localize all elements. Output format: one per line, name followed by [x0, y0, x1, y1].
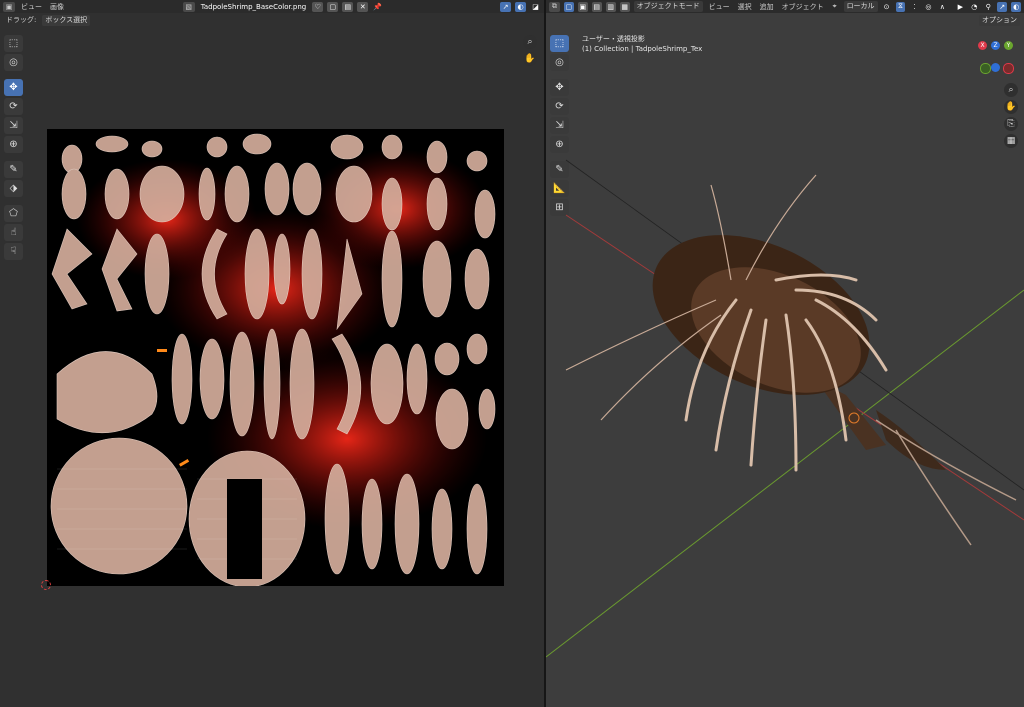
3d-viewport: ⧉ ▢ ▣ ▤ ▥ ▦ オブジェクトモード ビュー 選択 追加 オブジェクト ⌖… [546, 0, 1024, 707]
drag-mode-dropdown[interactable]: ボックス選択 [42, 14, 91, 26]
cursor-icon[interactable]: ◎ [4, 54, 23, 71]
new-image-icon[interactable]: ▢ [327, 1, 339, 12]
relax-icon[interactable]: ☝ [4, 224, 23, 241]
tadpole-shrimp-model [565, 174, 1017, 546]
toolbar-separator [4, 199, 24, 203]
transform-icon[interactable]: ⊕ [4, 136, 23, 153]
uv-texture-image[interactable] [47, 129, 504, 586]
select-box-icon[interactable]: ⬚ [4, 35, 23, 52]
uv-editor: ▣ ビュー 画像 ▧ TadpoleShrimp_BaseColor.png ♡… [0, 0, 544, 707]
pin-icon[interactable]: 📌 [372, 2, 383, 12]
rip-icon[interactable]: ⬗ [4, 180, 23, 197]
pinch-icon[interactable]: ☟ [4, 243, 23, 260]
gizmo-toggle-icon[interactable]: ↗ [500, 1, 511, 12]
uv-tool-settings: ドラッグ: ボックス選択 [0, 13, 544, 27]
viewport-scene[interactable] [546, 0, 1024, 707]
scale-icon[interactable]: ⇲ [4, 117, 23, 134]
image-browse-icon[interactable]: ▧ [182, 1, 195, 12]
pan-hand-icon[interactable]: ✋ [523, 52, 537, 66]
uv-editor-header: ▣ ビュー 画像 ▧ TadpoleShrimp_BaseColor.png ♡… [0, 0, 544, 13]
display-channels-icon[interactable]: ◪ [530, 2, 541, 12]
uv-toolbar: ⬚ ◎ ✥ ⟳ ⇲ ⊕ ✎ ⬗ ⬠ ☝ ☟ [4, 35, 24, 260]
uv-menu-view[interactable]: ビュー [19, 2, 44, 12]
move-icon[interactable]: ✥ [4, 79, 23, 96]
toolbar-separator [4, 155, 24, 159]
unlink-image-icon[interactable]: ✕ [357, 1, 369, 12]
uv-layout-drawing [47, 129, 504, 586]
toolbar-separator [4, 73, 24, 77]
image-editor-icon[interactable]: ▣ [3, 1, 15, 12]
drag-label: ドラッグ: [6, 16, 37, 24]
2d-cursor-icon[interactable] [41, 580, 51, 590]
open-image-icon[interactable]: ▤ [342, 1, 354, 12]
grab-icon[interactable]: ⬠ [4, 205, 23, 222]
overlay-toggle-icon[interactable]: ◐ [515, 1, 526, 12]
zoom-icon[interactable]: ⌕ [523, 35, 537, 49]
rotate-icon[interactable]: ⟳ [4, 98, 23, 115]
image-name[interactable]: TadpoleShrimp_BaseColor.png [199, 3, 309, 11]
annotate-icon[interactable]: ✎ [4, 161, 23, 178]
fake-user-icon[interactable]: ♡ [312, 1, 324, 12]
uv-menu-image[interactable]: 画像 [48, 2, 66, 12]
